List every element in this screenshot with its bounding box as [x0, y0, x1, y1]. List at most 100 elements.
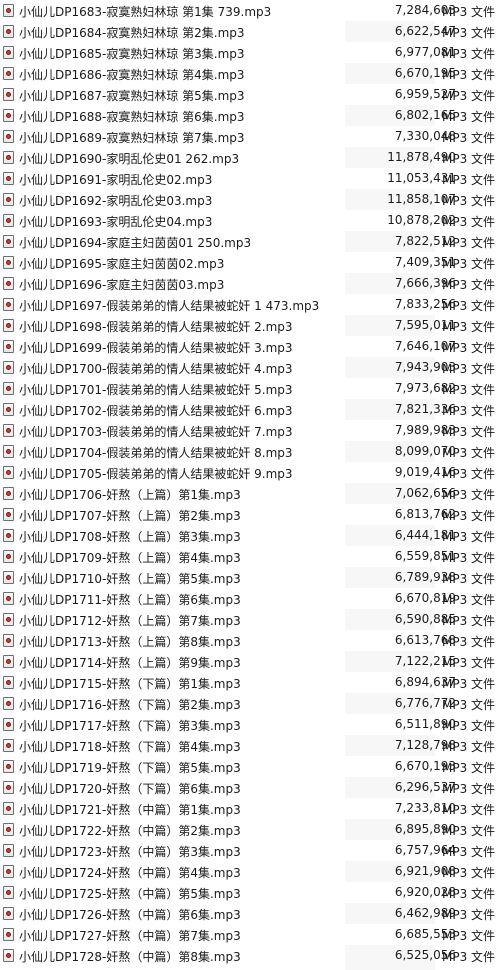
- file-size: 7,122,215: [394, 654, 456, 668]
- file-row[interactable]: 小仙儿DP1704-假装弟弟的情人结果被蛇奸 8.mp3 8,099,070 MP3…: [0, 441, 499, 462]
- mp3-file-icon: [3, 46, 14, 59]
- mp3-file-icon: [3, 67, 14, 80]
- mp3-file-icon: [3, 193, 14, 206]
- file-name: 小仙儿DP1691-家明乱伦史02.mp3: [19, 173, 213, 187]
- file-row[interactable]: 小仙儿DP1697-假装弟弟的情人结果被蛇奸 1 473.mp3 7,833,25…: [0, 294, 499, 315]
- file-row[interactable]: 小仙儿DP1715-奸熬（下篇）第1集.mp3 6,894,637 MP3 文件: [0, 672, 499, 693]
- file-name: 小仙儿DP1720-奸熬（下篇）第6集.mp3: [19, 782, 241, 796]
- file-type: MP3 文件: [442, 782, 496, 796]
- mp3-file-icon: [3, 403, 14, 416]
- file-row[interactable]: 小仙儿DP1714-奸熬（上篇）第9集.mp3 7,122,215 MP3 文件: [0, 651, 499, 672]
- mp3-file-icon: [3, 508, 14, 521]
- file-row[interactable]: 小仙儿DP1695-家庭主妇茵茵02.mp3 7,409,351 MP3 文件: [0, 252, 499, 273]
- file-name: 小仙儿DP1724-奸熬（中篇）第4集.mp3: [19, 866, 241, 880]
- file-name: 小仙儿DP1711-奸熬（上篇）第6集.mp3: [19, 593, 241, 607]
- file-type: MP3 文件: [442, 194, 496, 208]
- file-row[interactable]: 小仙儿DP1706-奸熬（上篇）第1集.mp3 7,062,656 MP3 文件: [0, 483, 499, 504]
- file-row[interactable]: 小仙儿DP1698-假装弟弟的情人结果被蛇奸 2.mp3 7,595,011 MP3…: [0, 315, 499, 336]
- file-row[interactable]: 小仙儿DP1700-假装弟弟的情人结果被蛇奸 4.mp3 7,943,903 MP3…: [0, 357, 499, 378]
- file-size: 7,595,011: [394, 318, 456, 332]
- mp3-file-icon: [3, 424, 14, 437]
- file-row[interactable]: 小仙儿DP1726-奸熬（中篇）第6集.mp3 6,462,989 MP3 文件: [0, 903, 499, 924]
- file-size: 6,511,890: [394, 717, 456, 731]
- file-row[interactable]: 小仙儿DP1703-假装弟弟的情人结果被蛇奸 7.mp3 7,989,983 MP3…: [0, 420, 499, 441]
- mp3-file-icon: [3, 718, 14, 731]
- file-row[interactable]: 小仙儿DP1709-奸熬（上篇）第4集.mp3 6,559,851 MP3 文件: [0, 546, 499, 567]
- file-name: 小仙儿DP1693-家明乱伦史04.mp3: [19, 215, 213, 229]
- file-row[interactable]: 小仙儿DP1696-家庭主妇茵茵03.mp3 7,666,396 MP3 文件: [0, 273, 499, 294]
- file-row[interactable]: 小仙儿DP1685-寂寞熟妇林琼 第3集.mp3 6,977,081 MP3 文件: [0, 42, 499, 63]
- file-size: 8,099,070: [394, 444, 456, 458]
- file-row[interactable]: 小仙儿DP1683-寂寞熟妇林琼 第1集 739.mp3 7,284,603 MP3…: [0, 0, 499, 21]
- file-size: 6,525,056: [394, 948, 456, 962]
- mp3-file-icon: [3, 340, 14, 353]
- file-row[interactable]: 小仙儿DP1684-寂寞熟妇林琼 第2集.mp3 6,622,547 MP3 文件: [0, 21, 499, 42]
- file-row[interactable]: 小仙儿DP1692-家明乱伦史03.mp3 11,858,107 MP3 文件: [0, 189, 499, 210]
- file-size: 6,894,637: [394, 675, 456, 689]
- file-type: MP3 文件: [442, 5, 496, 19]
- file-type: MP3 文件: [442, 887, 496, 901]
- file-row[interactable]: 小仙儿DP1724-奸熬（中篇）第4集.mp3 6,921,908 MP3 文件: [0, 861, 499, 882]
- file-row[interactable]: 小仙儿DP1693-家明乱伦史04.mp3 10,878,202 MP3 文件: [0, 210, 499, 231]
- file-row[interactable]: 小仙儿DP1725-奸熬（中篇）第5集.mp3 6,920,028 MP3 文件: [0, 882, 499, 903]
- file-name: 小仙儿DP1714-奸熬（上篇）第9集.mp3: [19, 656, 241, 670]
- file-row[interactable]: 小仙儿DP1728-奸熬（中篇）第8集.mp3 6,525,056 MP3 文件: [0, 945, 499, 966]
- file-name: 小仙儿DP1703-假装弟弟的情人结果被蛇奸 7.mp3: [19, 425, 293, 439]
- file-row[interactable]: 小仙儿DP1711-奸熬（上篇）第6集.mp3 6,670,819 MP3 文件: [0, 588, 499, 609]
- file-row[interactable]: 小仙儿DP1710-奸熬（上篇）第5集.mp3 6,789,938 MP3 文件: [0, 567, 499, 588]
- file-row[interactable]: 小仙儿DP1716-奸熬（下篇）第2集.mp3 6,776,772 MP3 文件: [0, 693, 499, 714]
- file-type: MP3 文件: [442, 950, 496, 964]
- file-row[interactable]: 小仙儿DP1713-奸熬（上篇）第8集.mp3 6,613,768 MP3 文件: [0, 630, 499, 651]
- file-row[interactable]: 小仙儿DP1702-假装弟弟的情人结果被蛇奸 6.mp3 7,821,336 MP3…: [0, 399, 499, 420]
- file-row[interactable]: 小仙儿DP1708-奸熬（上篇）第3集.mp3 6,444,181 MP3 文件: [0, 525, 499, 546]
- file-type: MP3 文件: [442, 236, 496, 250]
- file-name: 小仙儿DP1697-假装弟弟的情人结果被蛇奸 1 473.mp3: [19, 299, 320, 313]
- file-row[interactable]: 小仙儿DP1712-奸熬（上篇）第7集.mp3 6,590,885 MP3 文件: [0, 609, 499, 630]
- file-size: 7,062,656: [394, 486, 456, 500]
- file-name: 小仙儿DP1723-奸熬（中篇）第3集.mp3: [19, 845, 241, 859]
- file-type: MP3 文件: [442, 845, 496, 859]
- file-row[interactable]: 小仙儿DP1689-寂寞熟妇林琼 第7集.mp3 7,330,048 MP3 文件: [0, 126, 499, 147]
- file-type: MP3 文件: [442, 152, 496, 166]
- file-row[interactable]: 小仙儿DP1690-家明乱伦史01 262.mp3 11,878,490 MP3 文…: [0, 147, 499, 168]
- mp3-file-icon: [3, 445, 14, 458]
- file-size: 11,053,431: [387, 171, 456, 185]
- file-row[interactable]: 小仙儿DP1723-奸熬（中篇）第3集.mp3 6,757,964 MP3 文件: [0, 840, 499, 861]
- file-row[interactable]: 小仙儿DP1727-奸熬（中篇）第7集.mp3 6,685,553 MP3 文件: [0, 924, 499, 945]
- file-row[interactable]: 小仙儿DP1691-家明乱伦史02.mp3 11,053,431 MP3 文件: [0, 168, 499, 189]
- file-row[interactable]: 小仙儿DP1686-寂寞熟妇林琼 第4集.mp3 6,670,195 MP3 文件: [0, 63, 499, 84]
- file-name: 小仙儿DP1694-家庭主妇茵茵01 250.mp3: [19, 236, 252, 250]
- file-row[interactable]: 小仙儿DP1722-奸熬（中篇）第2集.mp3 6,895,890 MP3 文件: [0, 819, 499, 840]
- file-row[interactable]: 小仙儿DP1721-奸熬（中篇）第1集.mp3 7,233,810 MP3 文件: [0, 798, 499, 819]
- file-type: MP3 文件: [442, 572, 496, 586]
- file-name: 小仙儿DP1710-奸熬（上篇）第5集.mp3: [19, 572, 241, 586]
- file-type: MP3 文件: [442, 656, 496, 670]
- mp3-file-icon: [3, 613, 14, 626]
- file-row[interactable]: 小仙儿DP1687-寂寞熟妇林琼 第5集.mp3 6,959,527 MP3 文件: [0, 84, 499, 105]
- file-row[interactable]: 小仙儿DP1720-奸熬（下篇）第6集.mp3 6,296,537 MP3 文件: [0, 777, 499, 798]
- file-type: MP3 文件: [442, 299, 496, 313]
- file-size: 6,757,964: [394, 843, 456, 857]
- file-size: 6,296,537: [394, 780, 456, 794]
- file-type: MP3 文件: [442, 761, 496, 775]
- file-row[interactable]: 小仙儿DP1707-奸熬（上篇）第2集.mp3 6,813,762 MP3 文件: [0, 504, 499, 525]
- file-type: MP3 文件: [442, 26, 496, 40]
- mp3-file-icon: [3, 928, 14, 941]
- file-row[interactable]: 小仙儿DP1705-假装弟弟的情人结果被蛇奸 9.mp3 9,019,416 MP3…: [0, 462, 499, 483]
- mp3-file-icon: [3, 907, 14, 920]
- file-row[interactable]: 小仙儿DP1718-奸熬（下篇）第4集.mp3 7,128,798 MP3 文件: [0, 735, 499, 756]
- mp3-file-icon: [3, 760, 14, 773]
- file-row[interactable]: 小仙儿DP1694-家庭主妇茵茵01 250.mp3 7,822,512 MP3 文…: [0, 231, 499, 252]
- file-size: 7,833,256: [394, 297, 456, 311]
- file-row[interactable]: 小仙儿DP1719-奸熬（下篇）第5集.mp3 6,670,193 MP3 文件: [0, 756, 499, 777]
- file-name: 小仙儿DP1702-假装弟弟的情人结果被蛇奸 6.mp3: [19, 404, 293, 418]
- file-row[interactable]: 小仙儿DP1717-奸熬（下篇）第3集.mp3 6,511,890 MP3 文件: [0, 714, 499, 735]
- file-size: 6,559,851: [394, 549, 456, 563]
- file-row[interactable]: 小仙儿DP1688-寂寞熟妇林琼 第6集.mp3 6,802,165 MP3 文件: [0, 105, 499, 126]
- file-name: 小仙儿DP1722-奸熬（中篇）第2集.mp3: [19, 824, 241, 838]
- file-row[interactable]: 小仙儿DP1701-假装弟弟的情人结果被蛇奸 5.mp3 7,973,682 MP3…: [0, 378, 499, 399]
- mp3-file-icon: [3, 802, 14, 815]
- file-type: MP3 文件: [442, 257, 496, 271]
- file-type: MP3 文件: [442, 89, 496, 103]
- file-row[interactable]: 小仙儿DP1699-假装弟弟的情人结果被蛇奸 3.mp3 7,646,107 MP3…: [0, 336, 499, 357]
